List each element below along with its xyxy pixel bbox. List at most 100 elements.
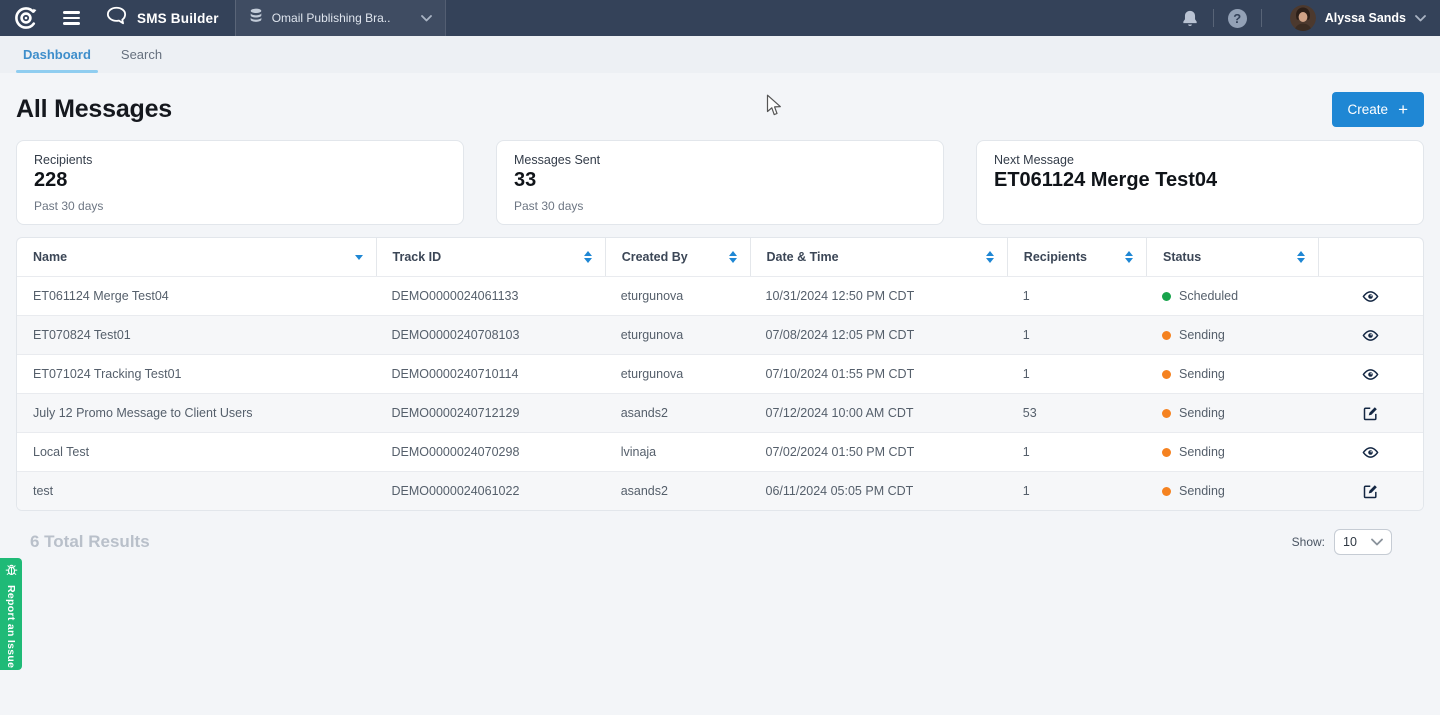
cell-name: test [17, 484, 376, 498]
chevron-down-icon [1371, 535, 1383, 549]
create-button[interactable]: Create + [1332, 92, 1424, 127]
column-header-status[interactable]: Status [1146, 238, 1318, 276]
edit-icon[interactable] [1363, 484, 1378, 499]
page-size-select[interactable]: 10 [1334, 529, 1392, 555]
cell-name: ET071024 Tracking Test01 [17, 367, 376, 381]
column-header-actions [1318, 238, 1423, 276]
column-header-date-time[interactable]: Date & Time [750, 238, 1007, 276]
sort-icon [1297, 251, 1305, 263]
cell-date-time: 07/12/2024 10:00 AM CDT [750, 406, 1007, 420]
app-logo-icon[interactable] [12, 5, 39, 32]
table-row[interactable]: ET071024 Tracking Test01 DEMO00002407101… [17, 354, 1423, 393]
topbar: SMS Builder Omail Publishing Bra... [0, 0, 1440, 36]
cell-status: Sending [1146, 445, 1318, 459]
report-issue-label: Report an Issue [5, 585, 17, 668]
topbar-right: ? Alyssa Sands [1181, 0, 1426, 36]
cell-created-by: eturgunova [605, 289, 750, 303]
sort-icon [1125, 251, 1133, 263]
app-brand: SMS Builder [106, 6, 219, 30]
topbar-divider [1213, 9, 1214, 27]
hamburger-menu-icon[interactable] [59, 7, 84, 29]
report-issue-tab[interactable]: Report an Issue [0, 558, 22, 670]
cell-status: Sending [1146, 484, 1318, 498]
column-label: Recipients [1024, 250, 1087, 264]
status-dot [1162, 487, 1171, 496]
status-badge: Sending [1179, 328, 1225, 342]
app-title: SMS Builder [137, 11, 219, 26]
show-label: Show: [1292, 535, 1325, 549]
cell-status: Scheduled [1146, 289, 1318, 303]
stat-card-messages-sent: Messages Sent 33 Past 30 days [496, 140, 944, 225]
edit-icon[interactable] [1363, 406, 1378, 421]
stat-value: ET061124 Merge Test04 [994, 169, 1406, 192]
table-row[interactable]: test DEMO0000024061022 asands2 06/11/202… [17, 471, 1423, 510]
cell-name: Local Test [17, 445, 376, 459]
table-row[interactable]: Local Test DEMO0000024070298 lvinaja 07/… [17, 432, 1423, 471]
page-size-control: Show: 10 [1292, 529, 1392, 555]
table-header: Name Track ID Created By Date & Time Rec… [17, 238, 1423, 276]
notifications-bell-icon[interactable] [1181, 9, 1199, 28]
cell-recipients: 53 [1007, 406, 1146, 420]
cell-date-time: 10/31/2024 12:50 PM CDT [750, 289, 1007, 303]
table-row[interactable]: July 12 Promo Message to Client Users DE… [17, 393, 1423, 432]
user-avatar [1290, 5, 1316, 31]
user-menu[interactable]: Alyssa Sands [1290, 5, 1426, 31]
cell-name: July 12 Promo Message to Client Users [17, 406, 376, 420]
page-header-row: All Messages Create + [16, 92, 1424, 127]
cell-actions [1318, 444, 1423, 461]
cell-created-by: eturgunova [605, 328, 750, 342]
table-row[interactable]: ET061124 Merge Test04 DEMO0000024061133 … [17, 276, 1423, 315]
chevron-down-icon [421, 9, 432, 27]
cell-created-by: asands2 [605, 484, 750, 498]
column-label: Name [33, 250, 67, 264]
database-icon [249, 8, 263, 28]
status-badge: Sending [1179, 406, 1225, 420]
cell-status: Sending [1146, 406, 1318, 420]
section-tabbar: Dashboard Search [0, 36, 1440, 73]
view-icon[interactable] [1362, 327, 1379, 344]
tab-search[interactable]: Search [106, 36, 177, 73]
help-icon[interactable]: ? [1228, 9, 1247, 28]
cell-track-id: DEMO0000024061022 [376, 484, 605, 498]
cell-status: Sending [1146, 367, 1318, 381]
view-icon[interactable] [1362, 288, 1379, 305]
sort-icon [584, 251, 592, 263]
cell-recipients: 1 [1007, 484, 1146, 498]
column-header-created-by[interactable]: Created By [605, 238, 750, 276]
view-icon[interactable] [1362, 444, 1379, 461]
tab-dashboard[interactable]: Dashboard [8, 36, 106, 73]
cell-track-id: DEMO0000240708103 [376, 328, 605, 342]
cell-recipients: 1 [1007, 328, 1146, 342]
status-dot [1162, 409, 1171, 418]
cell-status: Sending [1146, 328, 1318, 342]
bug-icon [5, 563, 18, 581]
cell-date-time: 07/08/2024 12:05 PM CDT [750, 328, 1007, 342]
column-header-track-id[interactable]: Track ID [376, 238, 605, 276]
status-dot [1162, 292, 1171, 301]
table-row[interactable]: ET070824 Test01 DEMO0000240708103 eturgu… [17, 315, 1423, 354]
stat-label: Next Message [994, 153, 1406, 167]
total-results: 6 Total Results [30, 532, 150, 552]
page-title: All Messages [16, 95, 172, 124]
user-name: Alyssa Sands [1325, 11, 1406, 25]
cell-track-id: DEMO0000024061133 [376, 289, 605, 303]
status-dot [1162, 448, 1171, 457]
cell-track-id: DEMO0000240712129 [376, 406, 605, 420]
topbar-left: SMS Builder Omail Publishing Bra... [12, 0, 446, 36]
org-selector-dropdown[interactable]: Omail Publishing Bra... [235, 0, 446, 36]
stat-cards: Recipients 228 Past 30 days Messages Sen… [16, 140, 1424, 225]
org-selector-label: Omail Publishing Bra... [272, 11, 390, 25]
status-dot [1162, 331, 1171, 340]
cell-recipients: 1 [1007, 367, 1146, 381]
cell-actions [1318, 288, 1423, 305]
column-header-recipients[interactable]: Recipients [1007, 238, 1146, 276]
view-icon[interactable] [1362, 366, 1379, 383]
cell-actions [1318, 484, 1423, 499]
cell-date-time: 06/11/2024 05:05 PM CDT [750, 484, 1007, 498]
create-button-label: Create [1348, 102, 1389, 117]
messages-table: Name Track ID Created By Date & Time Rec… [16, 237, 1424, 511]
stat-value: 33 [514, 169, 926, 192]
column-header-name[interactable]: Name [17, 238, 376, 276]
cell-track-id: DEMO0000024070298 [376, 445, 605, 459]
column-label: Date & Time [767, 250, 839, 264]
